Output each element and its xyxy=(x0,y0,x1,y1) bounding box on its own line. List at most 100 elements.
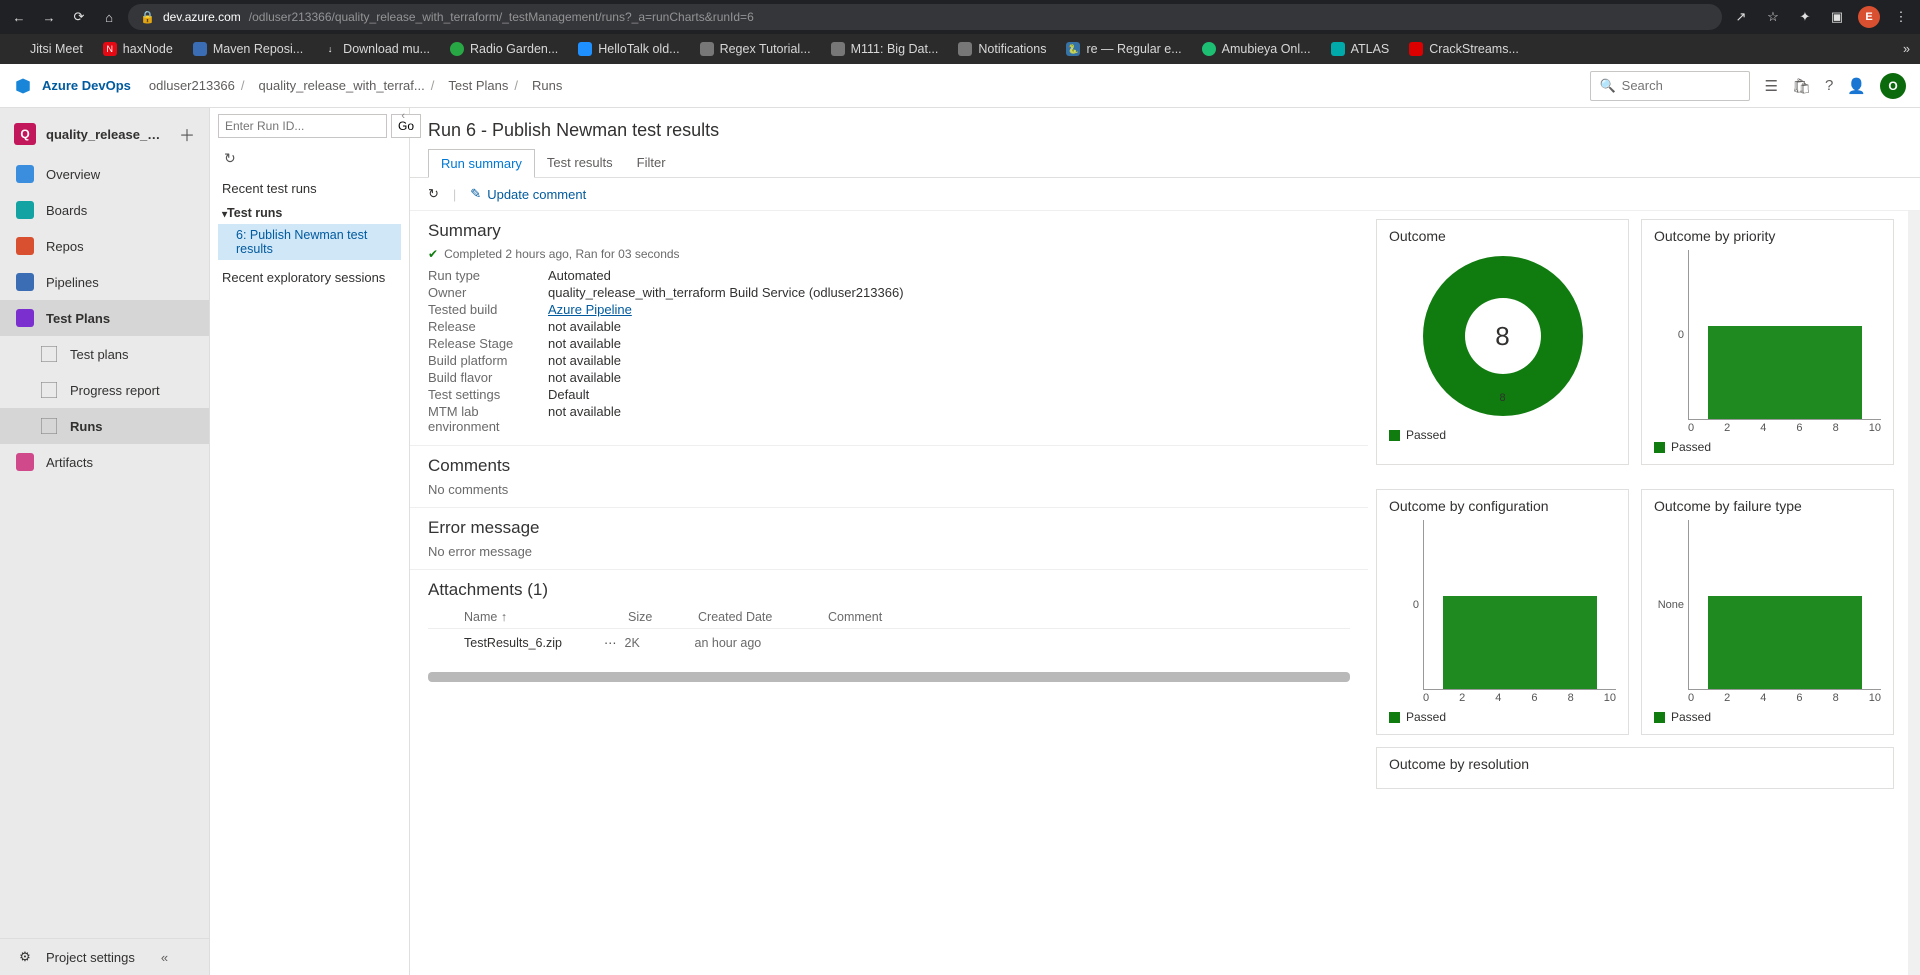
legend-color xyxy=(1654,712,1665,723)
help-icon[interactable]: ? xyxy=(1825,77,1833,94)
user-settings-icon[interactable]: 👤 xyxy=(1847,77,1866,95)
home-icon[interactable]: ⌂ xyxy=(98,10,120,25)
bookmark-item[interactable]: Notifications xyxy=(958,42,1046,56)
browser-avatar[interactable]: E xyxy=(1858,6,1880,28)
horizontal-scrollbar[interactable] xyxy=(428,672,1350,682)
col-date[interactable]: Created Date xyxy=(698,610,828,624)
bookmark-item[interactable]: CrackStreams... xyxy=(1409,42,1519,56)
update-comment-button[interactable]: ✎ Update comment xyxy=(470,186,586,202)
back-icon[interactable]: ← xyxy=(8,10,30,25)
bookmarks-bar: Jitsi Meet NhaxNode Maven Reposi... ↓Downlo… xyxy=(0,34,1920,64)
bookmark-item[interactable]: M111: Big Dat... xyxy=(831,42,939,56)
bookmark-item[interactable]: Radio Garden... xyxy=(450,42,558,56)
tab-filter[interactable]: Filter xyxy=(625,149,678,177)
summary-key: Release xyxy=(428,319,548,334)
page-title: Run 6 - Publish Newman test results xyxy=(410,108,1920,149)
x-tick: 8 xyxy=(1568,692,1574,704)
x-tick: 2 xyxy=(1724,692,1730,704)
col-name[interactable]: Name ↑ xyxy=(428,610,628,624)
summary-value: Automated xyxy=(548,268,611,283)
url-path: /odluser213366/quality_release_with_terr… xyxy=(249,10,754,24)
browser-toolbar: ← → ⟳ ⌂ 🔒 dev.azure.com /odluser213366/q… xyxy=(0,0,1920,34)
tabs: Run summaryTest resultsFilter xyxy=(410,149,1920,178)
sidebar-sub-test-plans[interactable]: Test plans xyxy=(0,336,209,372)
col-size[interactable]: Size xyxy=(628,610,698,624)
toolbar: ↻ | ✎ Update comment xyxy=(410,178,1920,211)
reload-icon[interactable]: ⟳ xyxy=(68,9,90,25)
bookmark-icon[interactable]: ☆ xyxy=(1762,9,1784,25)
sidebar-sub-runs[interactable]: Runs xyxy=(0,408,209,444)
bookmark-item[interactable]: Amubieya Onl... xyxy=(1202,42,1311,56)
brand-link[interactable]: Azure DevOps xyxy=(42,78,131,93)
tab-test-results[interactable]: Test results xyxy=(535,149,625,177)
breadcrumb[interactable]: Runs xyxy=(532,78,562,93)
project-name[interactable]: quality_release_with_t... xyxy=(46,127,169,142)
sidebar-item-overview[interactable]: Overview xyxy=(0,156,209,192)
recent-runs-header[interactable]: Recent test runs xyxy=(218,171,401,202)
project-settings[interactable]: ⚙ Project settings « xyxy=(0,939,209,975)
legend-color xyxy=(1389,712,1400,723)
panel-icon[interactable]: ▣ xyxy=(1826,9,1848,25)
bookmark-item[interactable]: HelloTalk old... xyxy=(578,42,679,56)
user-avatar[interactable]: O xyxy=(1880,73,1906,99)
search-input[interactable] xyxy=(1622,78,1742,93)
donut-label: 8 xyxy=(1423,392,1583,404)
list-icon[interactable]: ☰ xyxy=(1764,77,1777,95)
bookmark-item[interactable]: Maven Reposi... xyxy=(193,42,303,56)
bookmark-item[interactable]: Jitsi Meet xyxy=(10,42,83,56)
go-button[interactable]: Go xyxy=(391,114,421,138)
forward-icon[interactable]: → xyxy=(38,10,60,25)
x-tick: 6 xyxy=(1796,692,1802,704)
refresh-icon[interactable]: ↻ xyxy=(218,146,242,171)
attachment-row[interactable]: TestResults_6.zip⋯2Kan hour ago xyxy=(428,629,1350,656)
bookmark-item[interactable]: 🐍re — Regular e... xyxy=(1066,42,1181,56)
run-id-input[interactable] xyxy=(218,114,387,138)
test-run-item[interactable]: 6: Publish Newman test results xyxy=(218,224,401,260)
sidebar-item-repos[interactable]: Repos xyxy=(0,228,209,264)
bookmarks-overflow-icon[interactable]: » xyxy=(1903,42,1910,56)
legend-color xyxy=(1654,442,1665,453)
sidebar-item-test-plans[interactable]: Test Plans xyxy=(0,300,209,336)
sidebar-item-label: Boards xyxy=(46,203,87,218)
status-text: Completed 2 hours ago, Ran for 03 second… xyxy=(444,247,679,261)
bookmark-item[interactable]: ATLAS xyxy=(1331,42,1390,56)
breadcrumb[interactable]: odluser213366 xyxy=(149,78,235,93)
bar xyxy=(1708,326,1862,419)
sidebar-sub-progress-report[interactable]: Progress report xyxy=(0,372,209,408)
chart-title: Outcome by priority xyxy=(1654,228,1881,244)
menu-icon[interactable]: ⋮ xyxy=(1890,9,1912,25)
add-icon[interactable]: ＋ xyxy=(179,122,195,146)
summary-value[interactable]: Azure Pipeline xyxy=(548,302,632,317)
breadcrumb[interactable]: quality_release_with_terraf... xyxy=(259,78,425,93)
x-tick: 6 xyxy=(1531,692,1537,704)
comments-heading: Comments xyxy=(428,456,1350,476)
collapse-icon[interactable]: « xyxy=(147,950,182,965)
share-icon[interactable]: ↗ xyxy=(1730,9,1752,25)
x-tick: 10 xyxy=(1869,692,1881,704)
summary-row: Tested buildAzure Pipeline xyxy=(428,301,1350,318)
bookmark-item[interactable]: NhaxNode xyxy=(103,42,173,56)
exploratory-header[interactable]: Recent exploratory sessions xyxy=(218,260,401,291)
chart-title: Outcome by failure type xyxy=(1654,498,1881,514)
extensions-icon[interactable]: ✦ xyxy=(1794,9,1816,25)
tab-run-summary[interactable]: Run summary xyxy=(428,149,535,178)
more-icon[interactable]: ⋯ xyxy=(604,635,617,650)
refresh-icon[interactable]: ↻ xyxy=(428,186,439,202)
project-settings-label: Project settings xyxy=(46,950,135,965)
x-tick: 6 xyxy=(1796,422,1802,434)
sidebar-item-boards[interactable]: Boards xyxy=(0,192,209,228)
test-runs-tree[interactable]: Test runs xyxy=(218,202,401,224)
sidebar-item-artifacts[interactable]: Artifacts xyxy=(0,444,209,480)
sidebar-item-pipelines[interactable]: Pipelines xyxy=(0,264,209,300)
comments-empty: No comments xyxy=(428,482,1350,497)
col-comment[interactable]: Comment xyxy=(828,610,1350,624)
search-box[interactable]: 🔍 xyxy=(1590,71,1750,101)
vertical-scrollbar[interactable] xyxy=(1908,211,1920,975)
bookmark-item[interactable]: ↓Download mu... xyxy=(323,42,430,56)
address-bar[interactable]: 🔒 dev.azure.com /odluser213366/quality_r… xyxy=(128,4,1722,30)
bag-icon[interactable]: 🛍 xyxy=(1792,77,1811,95)
bar xyxy=(1708,596,1862,689)
breadcrumb[interactable]: Test Plans xyxy=(448,78,508,93)
bookmark-item[interactable]: Regex Tutorial... xyxy=(700,42,811,56)
collapse-panel-icon[interactable]: ‹ xyxy=(401,110,405,122)
